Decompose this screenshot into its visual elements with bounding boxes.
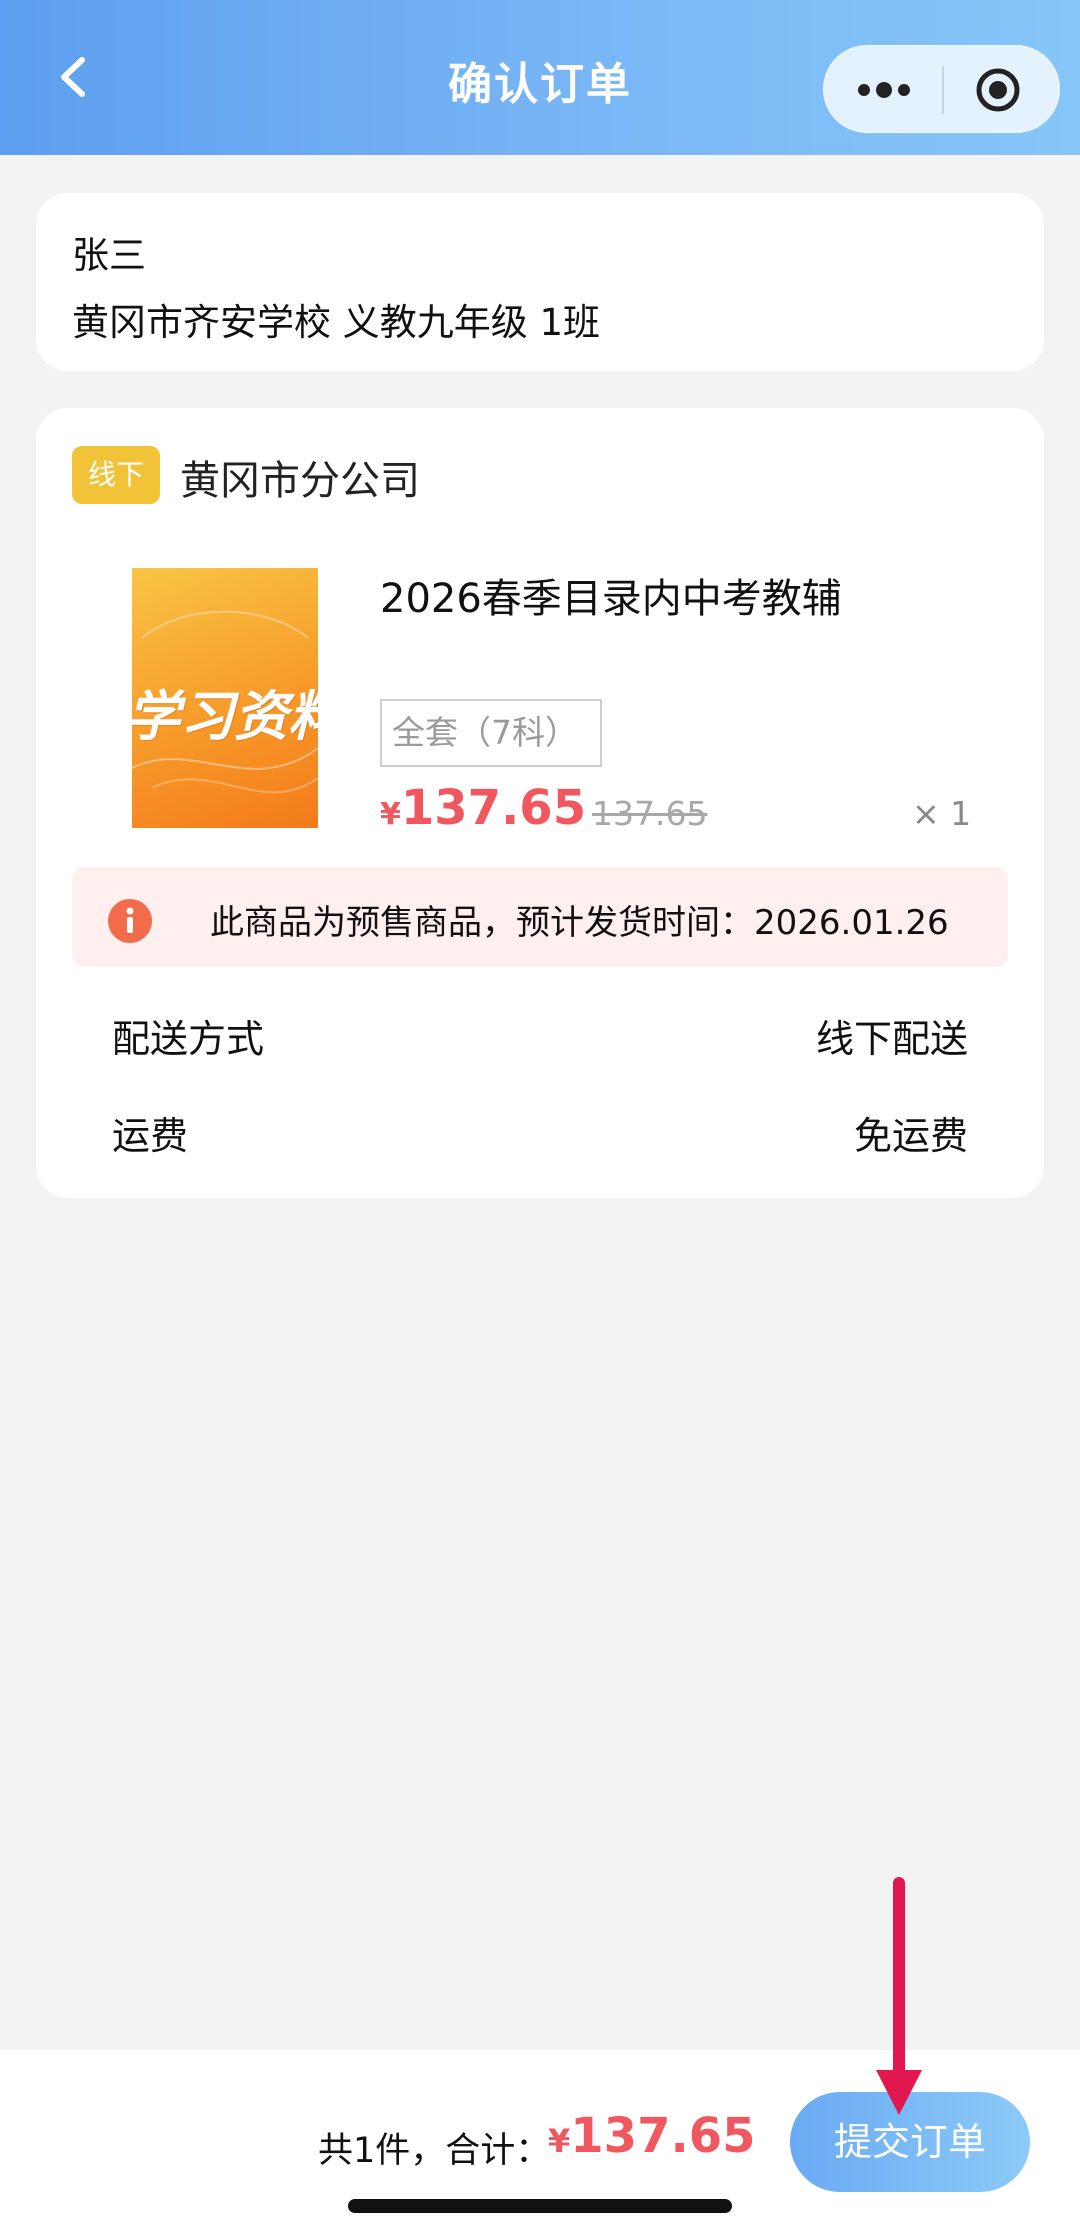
nav-header: 确认订单 — [0, 0, 1080, 155]
store-name: 黄冈市分公司 — [180, 458, 420, 504]
order-card: 线下 黄冈市分公司 学习资料 2026春季目录内中考教辅 全套（7科） ¥137… — [36, 408, 1044, 1198]
presale-notice-text: 此商品为预售商品，预计发货时间：2026.01.26 — [210, 903, 949, 943]
presale-notice: 此商品为预售商品，预计发货时间：2026.01.26 — [72, 867, 1008, 967]
miniprogram-capsule — [823, 45, 1060, 133]
capsule-divider — [942, 66, 944, 114]
arrow-down-icon — [876, 1877, 922, 2115]
price-value: 137.65 — [400, 780, 587, 836]
close-miniprogram-button[interactable] — [974, 66, 1022, 114]
total-currency-symbol: ¥ — [548, 2122, 571, 2160]
recipient-name: 张三 — [72, 234, 146, 277]
currency-symbol: ¥ — [380, 797, 401, 832]
delivery-method-label: 配送方式 — [112, 1017, 265, 1061]
product-price: ¥137.65 — [380, 780, 586, 836]
page: 确认订单 张三 黄冈市齐安学校 义教九年级 1班 线下 黄冈市分公司 学习资 2… — [0, 0, 1080, 2235]
info-icon — [108, 899, 152, 943]
delivery-method-value: 线下配送 — [815, 1017, 968, 1061]
more-dots-icon — [858, 82, 910, 98]
product-spec: 全套（7科） — [380, 699, 602, 767]
original-price: 137.65 — [592, 794, 708, 833]
shipping-fee-label: 运费 — [112, 1114, 189, 1158]
cover-title-art: 学习资料 — [132, 684, 318, 748]
total-price: ¥137.65 — [548, 2108, 756, 2164]
product-quantity: × 1 — [912, 794, 972, 833]
address-card[interactable]: 张三 黄冈市齐安学校 义教九年级 1班 — [36, 193, 1044, 371]
total-value: 137.65 — [570, 2108, 756, 2164]
home-indicator — [348, 2199, 732, 2213]
product-title: 2026春季目录内中考教辅 — [380, 576, 842, 622]
total-summary-label: 共1件，合计： — [318, 2131, 551, 2171]
product-cover-image[interactable]: 学习资料 — [132, 568, 318, 828]
offline-badge: 线下 — [72, 446, 160, 504]
shipping-fee-value: 免运费 — [853, 1114, 968, 1158]
target-circle-icon — [976, 68, 1020, 112]
recipient-address: 黄冈市齐安学校 义教九年级 1班 — [72, 301, 601, 344]
more-button[interactable] — [854, 76, 914, 104]
